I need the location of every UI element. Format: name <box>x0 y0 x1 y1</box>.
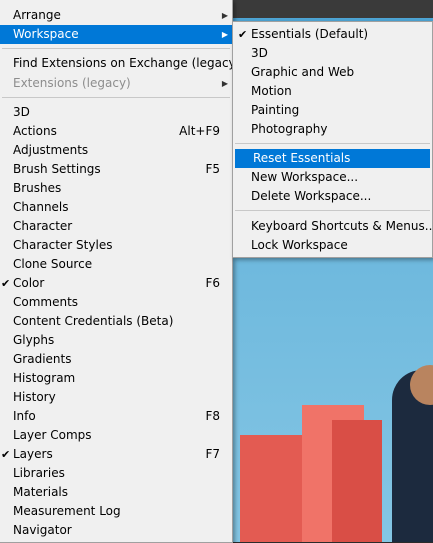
window-menu: Arrange ▶ Workspace ▶ Find Extensions on… <box>0 0 252 543</box>
menu-item-workspace[interactable]: Workspace ▶ <box>0 25 232 44</box>
menu-item-brushes[interactable]: Brushes <box>0 179 232 198</box>
menu-item-content-credentials[interactable]: Content Credentials (Beta) <box>0 312 232 331</box>
workspace-item-new-workspace[interactable]: New Workspace... <box>233 168 432 187</box>
menu-separator <box>2 48 230 49</box>
menu-item-libraries[interactable]: Libraries <box>0 464 232 483</box>
menu-item-layer-comps[interactable]: Layer Comps <box>0 426 232 445</box>
workspace-item-painting[interactable]: Painting <box>233 101 432 120</box>
workspace-item-keyboard-shortcuts[interactable]: Keyboard Shortcuts & Menus... <box>233 217 433 236</box>
menu-item-histogram[interactable]: Histogram <box>0 369 232 388</box>
workspace-item-3d[interactable]: 3D <box>233 44 432 63</box>
menu-item-measurement-log[interactable]: Measurement Log <box>0 502 232 521</box>
workspace-item-photography[interactable]: Photography <box>233 120 432 139</box>
menu-item-character-styles[interactable]: Character Styles <box>0 236 232 255</box>
menu-item-adjustments[interactable]: Adjustments <box>0 141 232 160</box>
menu-item-gradients[interactable]: Gradients <box>0 350 232 369</box>
menu-item-actions[interactable]: Actions Alt+F9 <box>0 122 232 141</box>
menu-item-navigator[interactable]: Navigator <box>0 521 232 540</box>
workspace-submenu: ✔ Essentials (Default) 3D Graphic and We… <box>232 21 433 258</box>
workspace-item-motion[interactable]: Motion <box>233 82 432 101</box>
menu-item-glyphs[interactable]: Glyphs <box>0 331 232 350</box>
submenu-arrow-icon: ▶ <box>221 30 228 39</box>
workspace-item-graphic-web[interactable]: Graphic and Web <box>233 63 432 82</box>
sculpture-block <box>332 420 382 542</box>
menu-separator <box>2 97 230 98</box>
menu-item-brush-settings[interactable]: Brush Settings F5 <box>0 160 232 179</box>
menu-separator <box>235 210 430 211</box>
menu-item-clone-source[interactable]: Clone Source <box>0 255 232 274</box>
menu-item-materials[interactable]: Materials <box>0 483 232 502</box>
workspace-item-reset-essentials[interactable]: Reset Essentials <box>235 149 430 168</box>
submenu-arrow-icon: ▶ <box>221 79 228 88</box>
menu-item-channels[interactable]: Channels <box>0 198 232 217</box>
menu-item-find-extensions[interactable]: Find Extensions on Exchange (legacy)... <box>0 54 252 73</box>
checkmark-icon: ✔ <box>1 277 11 290</box>
workspace-item-delete-workspace[interactable]: Delete Workspace... <box>233 187 432 206</box>
menu-item-layers[interactable]: ✔ Layers F7 <box>0 445 232 464</box>
menu-item-extensions-legacy: Extensions (legacy) ▶ <box>0 74 232 93</box>
menu-item-arrange[interactable]: Arrange ▶ <box>0 6 232 25</box>
checkmark-icon: ✔ <box>238 28 248 41</box>
menu-item-history[interactable]: History <box>0 388 232 407</box>
workspace-item-essentials[interactable]: ✔ Essentials (Default) <box>233 25 432 44</box>
menu-item-info[interactable]: Info F8 <box>0 407 232 426</box>
menu-separator <box>235 143 430 144</box>
submenu-arrow-icon: ▶ <box>221 11 228 20</box>
menu-item-3d[interactable]: 3D <box>0 103 232 122</box>
menu-item-character[interactable]: Character <box>0 217 232 236</box>
checkmark-icon: ✔ <box>1 448 11 461</box>
document-tab-bar <box>232 0 433 18</box>
workspace-item-lock-workspace[interactable]: Lock Workspace <box>233 236 432 255</box>
menu-item-comments[interactable]: Comments <box>0 293 232 312</box>
menu-item-color[interactable]: ✔ Color F6 <box>0 274 232 293</box>
